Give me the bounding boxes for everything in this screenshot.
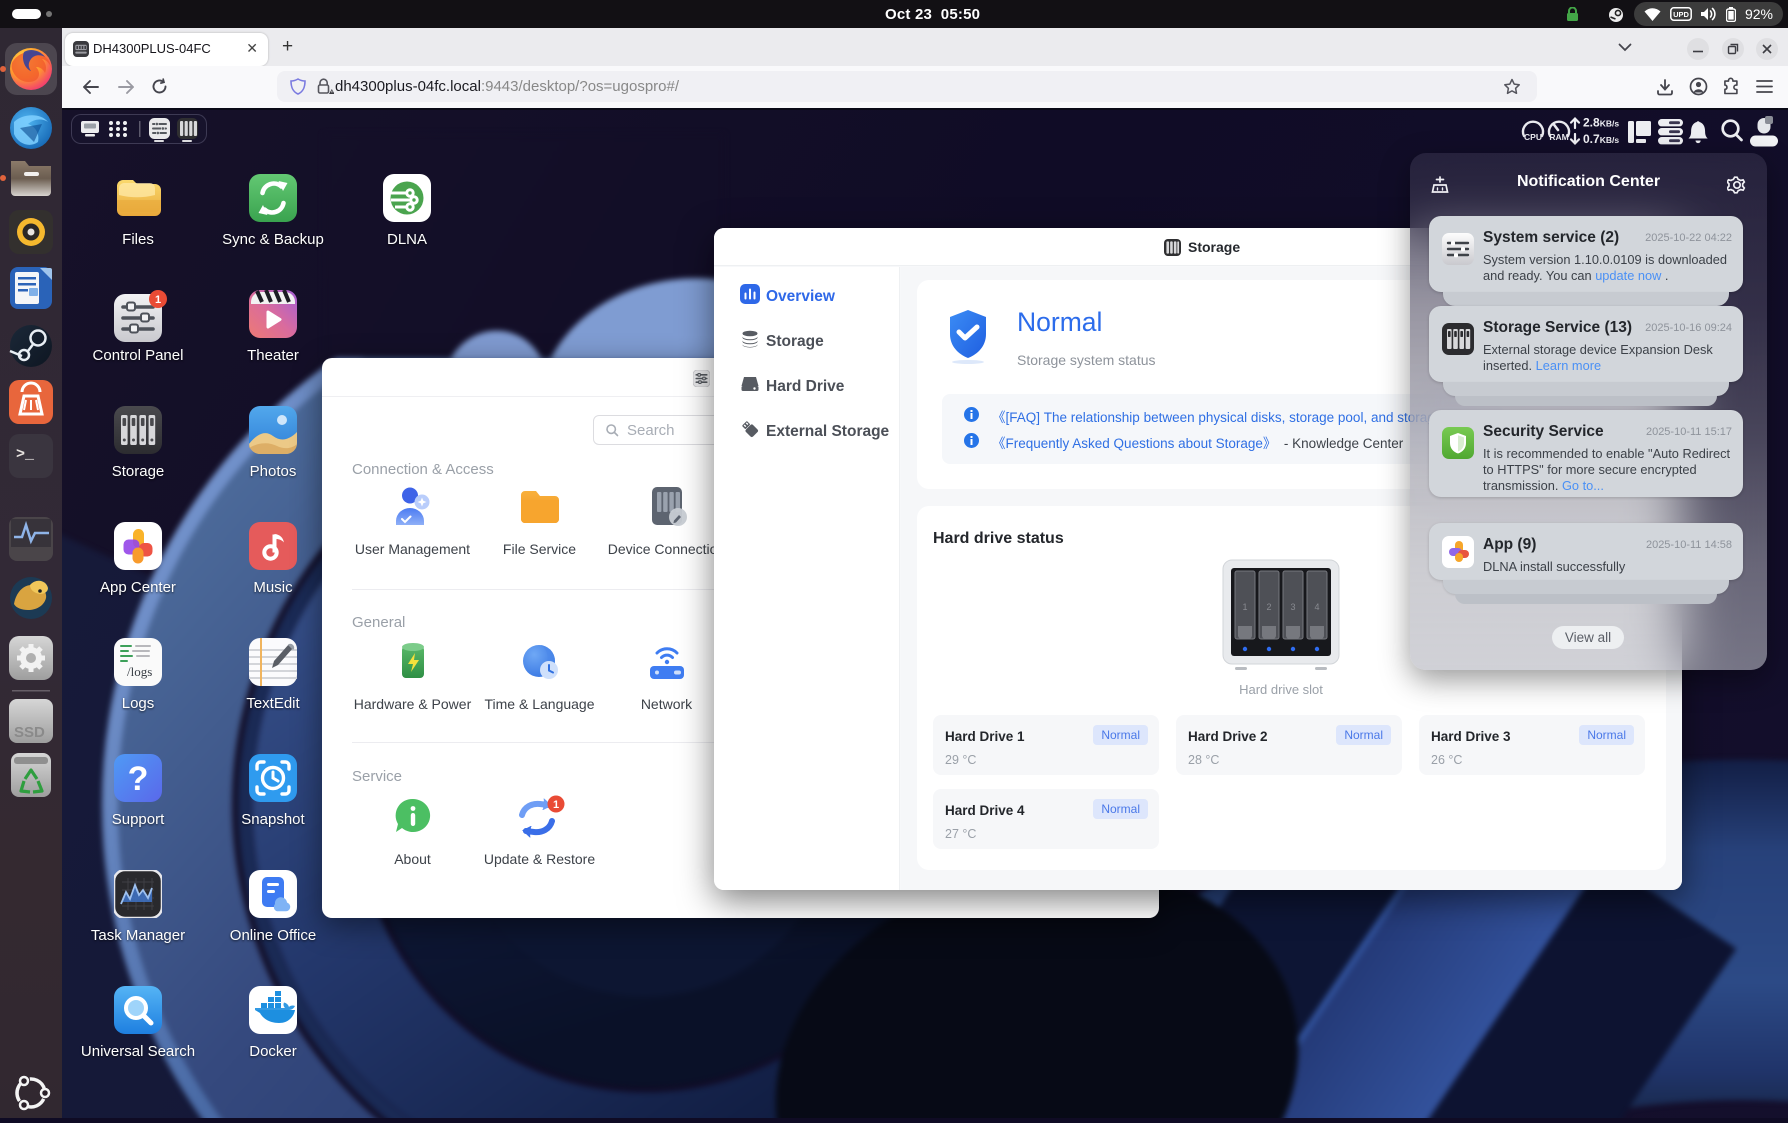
svg-text:SSD: SSD (14, 724, 45, 741)
svg-text:1: 1 (155, 294, 161, 306)
svg-text:2.8KB/s: 2.8KB/s (1583, 116, 1619, 130)
svg-text:2: 2 (1266, 602, 1271, 612)
svg-text:RAM: RAM (1549, 132, 1568, 142)
svg-text:1: 1 (552, 799, 558, 811)
svg-text:CPU: CPU (1524, 132, 1542, 142)
svg-text:/logs: /logs (127, 664, 152, 679)
svg-text:>_: >_ (16, 446, 35, 463)
svg-text:1: 1 (1242, 602, 1247, 612)
svg-text:3: 3 (1290, 602, 1295, 612)
svg-text:4: 4 (1314, 602, 1319, 612)
svg-text:?: ? (128, 760, 149, 798)
svg-text:0.7KB/s: 0.7KB/s (1583, 132, 1619, 146)
svg-text:UPD: UPD (1673, 10, 1689, 19)
